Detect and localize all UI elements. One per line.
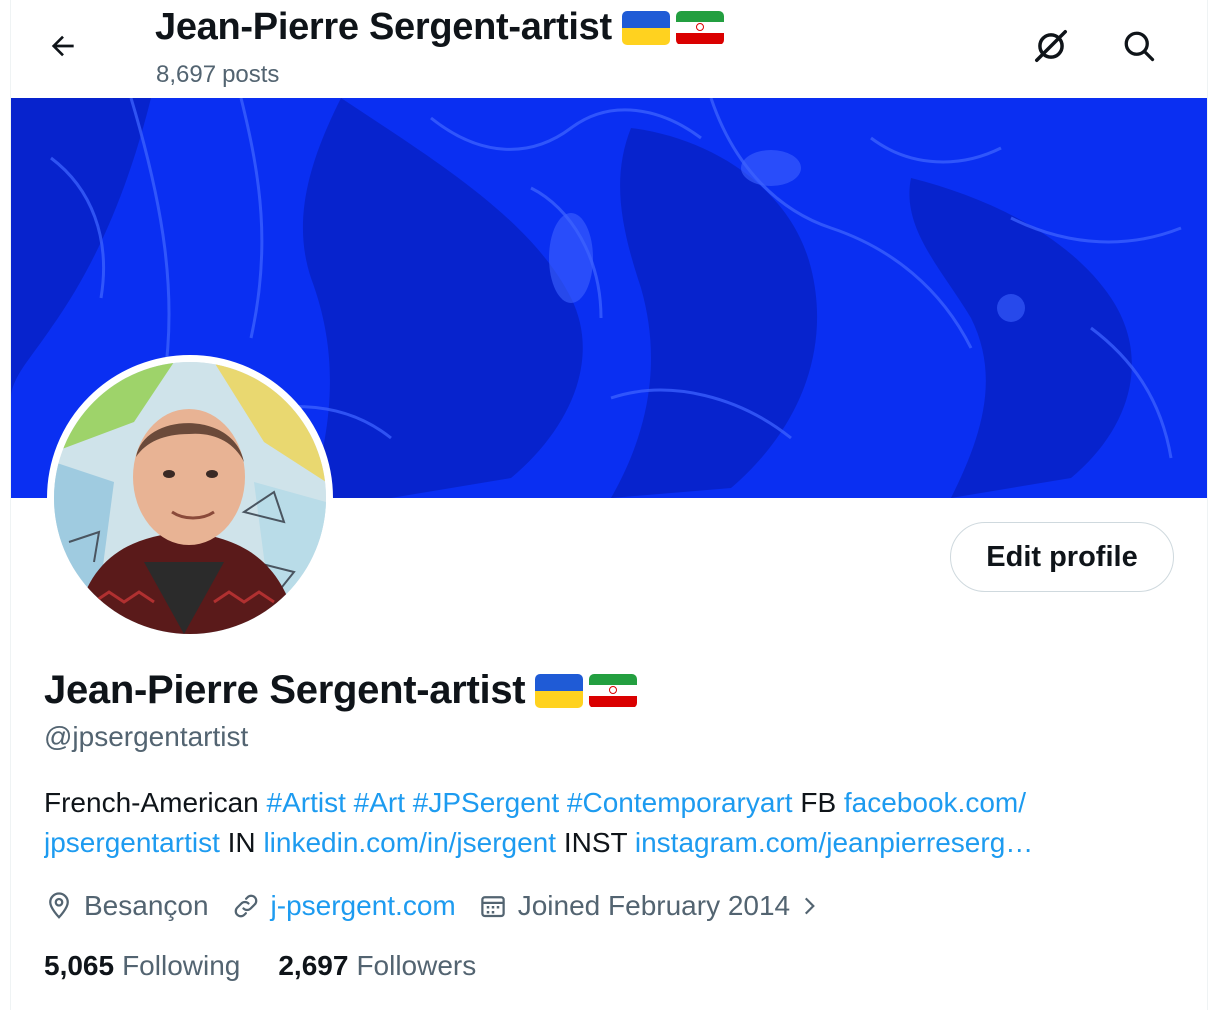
- profile-bio: French-American #Artist #Art #JPSergent …: [44, 783, 1164, 863]
- website-link[interactable]: j-psergent.com: [271, 890, 456, 922]
- following-count: 5,065: [44, 950, 115, 981]
- header-name: Jean-Pierre Sergent-artist: [155, 6, 612, 48]
- hashtag-link[interactable]: #Artist: [267, 787, 346, 818]
- followers-count: 2,697: [278, 950, 349, 981]
- header-flags: [621, 10, 724, 45]
- link-icon: [234, 894, 257, 918]
- followers-link[interactable]: 2,697 Followers: [278, 950, 476, 982]
- bio-text: INST: [563, 827, 628, 858]
- post-count-value: 8,697: [156, 61, 217, 88]
- bio-line-2: jpsergentartist IN linkedin.com/in/jserg…: [44, 823, 1164, 863]
- profile-meta: Besançon j-psergent.com Joined February …: [44, 886, 854, 926]
- profile-flags: [535, 673, 638, 708]
- arrow-left-icon: [51, 35, 74, 57]
- post-count: 8,697 posts: [156, 61, 279, 89]
- profile-stats: 5,065 Following 2,697 Followers: [44, 950, 514, 982]
- website-item: j-psergent.com: [231, 890, 456, 922]
- profile-avatar[interactable]: [47, 355, 333, 641]
- chevron-right-icon: [805, 897, 816, 915]
- hashtag-link[interactable]: #JPSergent: [413, 787, 559, 818]
- ukraine-flag-icon: [535, 673, 584, 708]
- facebook-link-cont[interactable]: jpsergentartist: [44, 827, 220, 858]
- profile-handle: @jpsergentartist: [44, 721, 249, 752]
- iran-flag-icon: [675, 10, 724, 45]
- back-button[interactable]: [39, 22, 87, 70]
- hashtag-link[interactable]: #Contemporaryart: [567, 787, 793, 818]
- profile-page: Jean-Pierre Sergent-artist 8,697 posts E…: [10, 0, 1208, 1010]
- location-pin-icon: [49, 892, 69, 919]
- grok-button[interactable]: [1027, 22, 1075, 70]
- location-text: Besançon: [84, 890, 209, 921]
- instagram-link[interactable]: instagram.com/jeanpierreserg…: [635, 827, 1033, 858]
- bio-line-1: French-American #Artist #Art #JPSergent …: [44, 783, 1164, 823]
- edit-profile-button[interactable]: Edit profile: [950, 522, 1174, 592]
- search-icon: [1124, 31, 1155, 62]
- grok-icon: [1035, 30, 1067, 62]
- bio-text: FB: [800, 787, 837, 818]
- linkedin-link[interactable]: linkedin.com/in/jsergent: [263, 827, 556, 858]
- search-button[interactable]: [1115, 22, 1163, 70]
- post-count-label: posts: [222, 61, 280, 88]
- following-label: Following: [122, 950, 241, 981]
- profile-header: Jean-Pierre Sergent-artist 8,697 posts: [11, 0, 1207, 98]
- following-link[interactable]: 5,065 Following: [44, 950, 240, 982]
- location-item: Besançon: [44, 890, 209, 922]
- followers-label: Followers: [356, 950, 477, 981]
- profile-name-row: Jean-Pierre Sergent-artist: [44, 668, 638, 713]
- avatar-photo: [54, 362, 326, 634]
- hashtag-link[interactable]: #Art: [354, 787, 405, 818]
- joined-text: Joined February 2014: [517, 890, 791, 921]
- ukraine-flag-icon: [621, 10, 670, 45]
- joined-item[interactable]: Joined February 2014: [478, 890, 832, 922]
- bio-text: IN: [227, 827, 256, 858]
- iran-flag-icon: [589, 673, 638, 708]
- calendar-icon: [480, 896, 505, 918]
- bio-text: French-American: [44, 787, 259, 818]
- profile-name: Jean-Pierre Sergent-artist: [44, 668, 526, 712]
- header-title: Jean-Pierre Sergent-artist: [155, 6, 724, 49]
- facebook-link[interactable]: facebook.com/: [844, 787, 1026, 818]
